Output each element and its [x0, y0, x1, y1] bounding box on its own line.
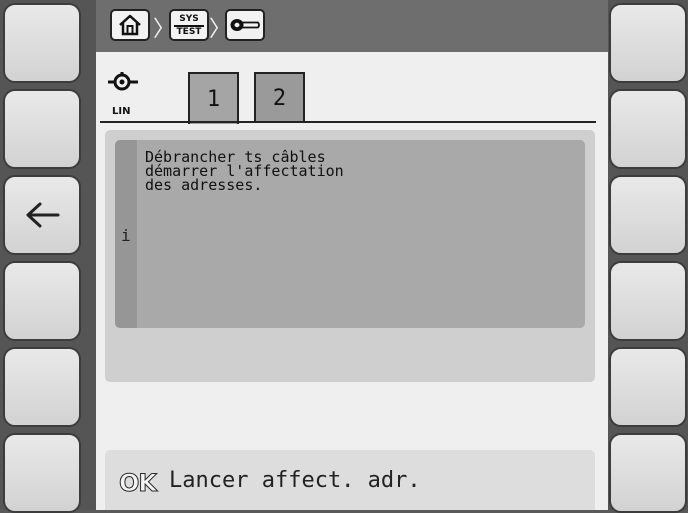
info-strip: i — [115, 140, 137, 328]
back-arrow-icon — [26, 202, 60, 228]
softkey-left-2[interactable] — [3, 89, 81, 169]
softkey-right-3[interactable] — [609, 175, 687, 255]
tab-1[interactable]: 1 — [188, 72, 239, 124]
status-action-text: Lancer affect. adr. — [169, 468, 421, 493]
softkey-right-6[interactable] — [609, 433, 687, 513]
softkey-left-4[interactable] — [3, 261, 81, 341]
breadcrumb-key[interactable] — [225, 9, 265, 41]
softkey-left-6[interactable] — [3, 433, 81, 513]
content-panel: i Débrancher ts câbles démarrer l'affect… — [105, 130, 595, 382]
test-label: TEST — [176, 26, 202, 37]
sys-test-icon: SYS TEST — [174, 14, 204, 37]
main-screen: 〉 SYS TEST 〉 LIN 1 2 i Débrancher ts câb… — [96, 0, 608, 510]
softkey-right-1[interactable] — [609, 3, 687, 83]
softkey-right-2[interactable] — [609, 89, 687, 169]
breadcrumb-sys-test[interactable]: SYS TEST — [169, 9, 209, 41]
message-box: i Débrancher ts câbles démarrer l'affect… — [115, 140, 585, 328]
sys-label: SYS — [174, 14, 204, 27]
key-icon — [230, 19, 260, 31]
tab-divider — [100, 121, 596, 123]
breadcrumb-home[interactable] — [110, 9, 150, 41]
home-icon — [119, 14, 141, 36]
ok-icon: OK — [119, 469, 158, 498]
softkey-back[interactable] — [3, 175, 81, 255]
message-text: Débrancher ts câbles démarrer l'affectat… — [145, 148, 344, 194]
terminal-frame: 〉 SYS TEST 〉 LIN 1 2 i Débrancher ts câb… — [0, 0, 688, 513]
softkey-right-5[interactable] — [609, 347, 687, 427]
status-bar: OK Lancer affect. adr. — [105, 450, 595, 510]
lin-label: LIN — [112, 106, 131, 117]
softkey-right-4[interactable] — [609, 261, 687, 341]
breadcrumb: 〉 SYS TEST 〉 — [96, 0, 608, 52]
tab-2[interactable]: 2 — [254, 72, 305, 122]
info-icon: i — [121, 226, 131, 245]
softkey-left-5[interactable] — [3, 347, 81, 427]
softkey-left-1[interactable] — [3, 3, 81, 83]
